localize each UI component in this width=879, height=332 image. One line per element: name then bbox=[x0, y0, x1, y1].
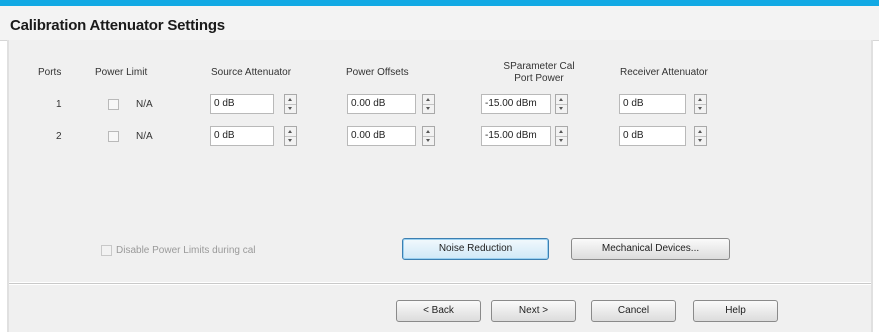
header-sparameter-cal: SParameter Cal bbox=[503, 61, 575, 72]
power-limit-value: N/A bbox=[136, 131, 153, 142]
dialog-header: Calibration Attenuator Settings bbox=[0, 6, 879, 41]
port-number: 2 bbox=[56, 131, 62, 142]
wizard-footer: < Back Next > Cancel Help bbox=[9, 285, 871, 332]
noise-reduction-button[interactable]: Noise Reduction bbox=[402, 238, 549, 260]
spin-down-icon[interactable] bbox=[423, 104, 434, 113]
port-power-field[interactable]: -15.00 dBm bbox=[481, 94, 551, 114]
receiver-attenuator-spinner[interactable] bbox=[694, 94, 707, 114]
header-power-limit: Power Limit bbox=[95, 67, 148, 78]
spin-down-icon[interactable] bbox=[423, 136, 434, 145]
page-title: Calibration Attenuator Settings bbox=[10, 17, 225, 34]
header-ports: Ports bbox=[38, 67, 62, 78]
header-power-offsets: Power Offsets bbox=[346, 67, 409, 78]
source-attenuator-spinner[interactable] bbox=[284, 94, 297, 114]
receiver-attenuator-field[interactable]: 0 dB bbox=[619, 126, 686, 146]
power-offset-field[interactable]: 0.00 dB bbox=[347, 126, 416, 146]
mechanical-devices-button[interactable]: Mechanical Devices... bbox=[571, 238, 730, 260]
power-limit-value: N/A bbox=[136, 99, 153, 110]
spin-down-icon[interactable] bbox=[695, 104, 706, 113]
power-offset-field[interactable]: 0.00 dB bbox=[347, 94, 416, 114]
next-button[interactable]: Next > bbox=[491, 300, 576, 322]
power-offset-spinner[interactable] bbox=[422, 94, 435, 114]
port-power-field[interactable]: -15.00 dBm bbox=[481, 126, 551, 146]
header-receiver-attenuator: Receiver Attenuator bbox=[620, 67, 708, 78]
back-button[interactable]: < Back bbox=[396, 300, 481, 322]
port-power-spinner[interactable] bbox=[555, 126, 568, 146]
disable-power-limits-label: Disable Power Limits during cal bbox=[116, 245, 256, 256]
power-offset-spinner[interactable] bbox=[422, 126, 435, 146]
spin-down-icon[interactable] bbox=[556, 104, 567, 113]
cancel-button[interactable]: Cancel bbox=[591, 300, 676, 322]
help-button[interactable]: Help bbox=[693, 300, 778, 322]
source-attenuator-field[interactable]: 0 dB bbox=[210, 126, 274, 146]
spin-down-icon[interactable] bbox=[695, 136, 706, 145]
disable-power-limits-checkbox[interactable] bbox=[101, 245, 112, 256]
source-attenuator-spinner[interactable] bbox=[284, 126, 297, 146]
source-attenuator-field[interactable]: 0 dB bbox=[210, 94, 274, 114]
power-limit-checkbox[interactable] bbox=[108, 131, 119, 142]
receiver-attenuator-field[interactable]: 0 dB bbox=[619, 94, 686, 114]
header-source-attenuator: Source Attenuator bbox=[211, 67, 292, 78]
power-limit-checkbox[interactable] bbox=[108, 99, 119, 110]
receiver-attenuator-spinner[interactable] bbox=[694, 126, 707, 146]
port-number: 1 bbox=[56, 99, 62, 110]
spin-down-icon[interactable] bbox=[285, 136, 296, 145]
header-port-power: Port Power bbox=[514, 73, 564, 84]
port-power-spinner[interactable] bbox=[555, 94, 568, 114]
spin-down-icon[interactable] bbox=[556, 136, 567, 145]
frame-right-border bbox=[871, 40, 873, 332]
spin-down-icon[interactable] bbox=[285, 104, 296, 113]
settings-panel: Ports Power Limit Source Attenuator Powe… bbox=[9, 40, 871, 282]
